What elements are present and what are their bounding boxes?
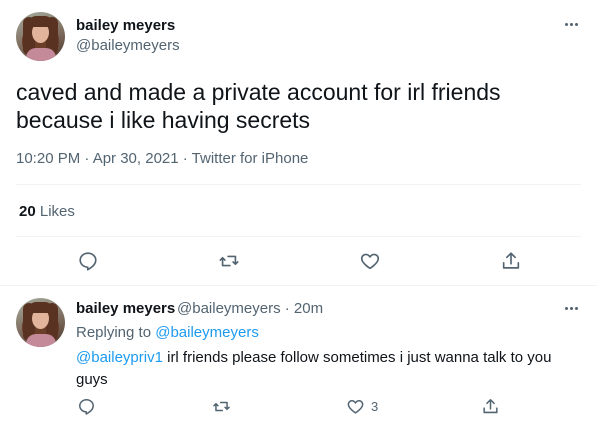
share-icon: [483, 399, 498, 414]
share-button[interactable]: [481, 397, 500, 416]
reply-button[interactable]: [77, 250, 99, 272]
divider: [16, 236, 581, 237]
like-button[interactable]: 3: [346, 397, 378, 416]
replying-to: Replying to @baileymeyers: [76, 324, 259, 341]
divider: [16, 184, 581, 185]
reply-icon: [79, 399, 94, 415]
retweet-icon: [219, 255, 239, 267]
heart-icon: [360, 253, 380, 270]
mention-link[interactable]: @baileypriv1: [76, 349, 163, 366]
reply-text: @baileypriv1 irl friends please follow s…: [76, 347, 566, 391]
main-tweet: bailey meyers @baileymeyers caved and ma…: [0, 0, 597, 286]
share-button[interactable]: [500, 250, 522, 272]
likes-label: Likes: [39, 203, 75, 220]
reply-button[interactable]: [77, 397, 96, 416]
like-count: 3: [371, 399, 379, 414]
reply-icon: [79, 252, 97, 271]
avatar[interactable]: [16, 298, 65, 347]
retweet-button[interactable]: [212, 397, 231, 416]
likes-count: 20: [19, 203, 36, 220]
handle-and-time[interactable]: @baileymeyers · 20m: [177, 300, 323, 317]
reply-tweet[interactable]: bailey meyers @baileymeyers · 20m Replyi…: [0, 286, 597, 430]
user-handle[interactable]: @baileymeyers: [76, 37, 180, 54]
tweet-timestamp[interactable]: 10:20 PM · Apr 30, 2021 · Twitter for iP…: [16, 150, 308, 167]
replying-to-link[interactable]: @baileymeyers: [155, 324, 259, 341]
retweet-button[interactable]: [218, 250, 240, 272]
heart-icon: [347, 400, 364, 414]
display-name[interactable]: bailey meyers: [76, 300, 175, 317]
retweet-icon: [213, 401, 230, 412]
replying-prefix: Replying to: [76, 324, 152, 341]
share-icon: [502, 252, 520, 269]
likes-stat[interactable]: 20 Likes: [19, 203, 75, 220]
tweet-text: caved and made a private account for irl…: [16, 79, 501, 133]
more-icon[interactable]: [561, 298, 581, 318]
like-button[interactable]: [359, 250, 381, 272]
avatar[interactable]: [16, 12, 65, 61]
more-icon[interactable]: [561, 14, 581, 34]
display-name[interactable]: bailey meyers: [76, 17, 175, 34]
